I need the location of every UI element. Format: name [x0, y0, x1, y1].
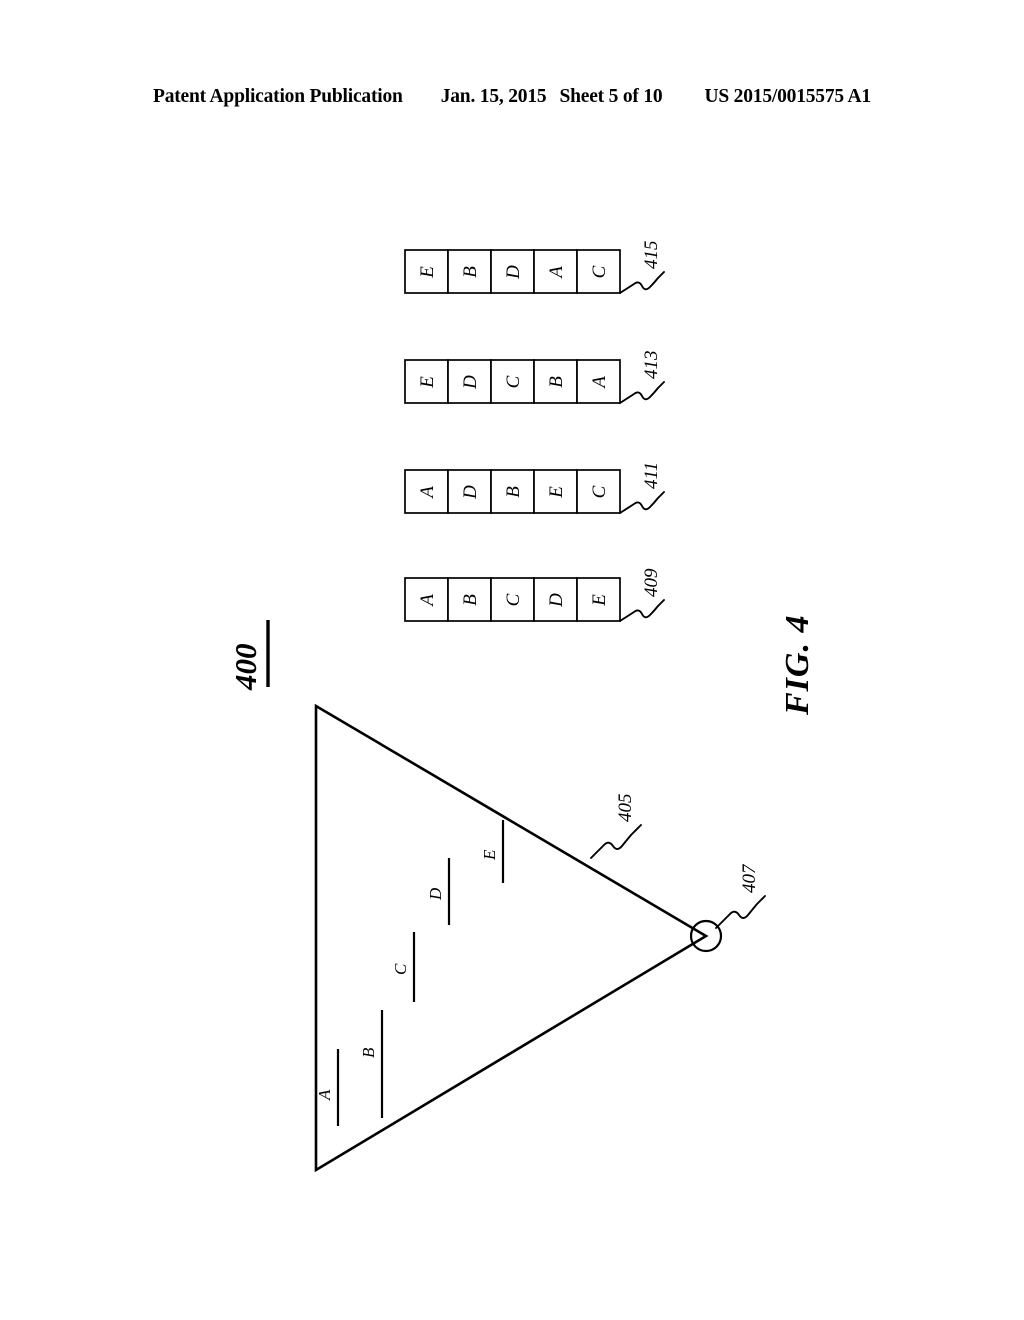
patent-figure-4: A B C D E 405 407 400 A B C D E 409 A D …: [0, 0, 1024, 1320]
slice-label-c: C: [391, 963, 410, 975]
array-row-413: E D C B A 413: [404, 351, 665, 404]
ref-label-413: 413: [641, 351, 662, 380]
array-cell-label: C: [589, 265, 610, 278]
array-cell-label: B: [460, 266, 481, 278]
ref-label-411: 411: [641, 462, 662, 489]
leader-line-407: [715, 895, 766, 929]
slice-label-d: D: [426, 887, 445, 901]
ref-label-407: 407: [739, 863, 760, 893]
array-cell-label: B: [503, 486, 524, 498]
array-cell-label: E: [546, 486, 567, 499]
array-cell-label: A: [417, 594, 438, 608]
slice-label-a: A: [315, 1089, 334, 1101]
cone-outline: [314, 703, 709, 1173]
leader-line-413: [619, 381, 665, 404]
array-row-409: A B C D E 409: [404, 568, 665, 622]
array-cell-label: A: [589, 376, 610, 390]
leader-line-411: [619, 491, 665, 514]
array-cell-label: E: [417, 266, 438, 279]
array-cell-label: D: [460, 375, 481, 390]
array-cell-label: D: [503, 265, 524, 280]
figure-title: FIG. 4: [779, 615, 816, 716]
array-cell-label: A: [546, 266, 567, 280]
leader-line-415: [619, 271, 665, 294]
array-cell-label: E: [589, 594, 610, 607]
array-cell-label: B: [546, 376, 567, 388]
slice-label-b: B: [359, 1047, 378, 1058]
array-row-415: E B D A C 415: [404, 241, 665, 294]
array-cell-label: D: [546, 593, 567, 608]
array-row-411: A D B E C 411: [404, 462, 665, 514]
figure-number-400: 400: [228, 644, 263, 692]
array-cell-label: B: [460, 594, 481, 606]
array-cell-label: D: [460, 485, 481, 500]
ref-label-415: 415: [641, 241, 662, 270]
array-cell-label: C: [503, 375, 524, 388]
array-cell-label: C: [503, 593, 524, 606]
ref-label-409: 409: [641, 568, 662, 597]
leader-line-405: [590, 824, 642, 859]
array-cell-label: E: [417, 376, 438, 389]
ref-label-405: 405: [615, 794, 636, 823]
array-cell-label: A: [417, 486, 438, 500]
slice-label-e: E: [480, 849, 499, 861]
cone-diagram: A B C D E 405 407 400: [228, 620, 766, 1173]
array-cell-label: C: [589, 485, 610, 498]
leader-line-409: [619, 599, 665, 622]
